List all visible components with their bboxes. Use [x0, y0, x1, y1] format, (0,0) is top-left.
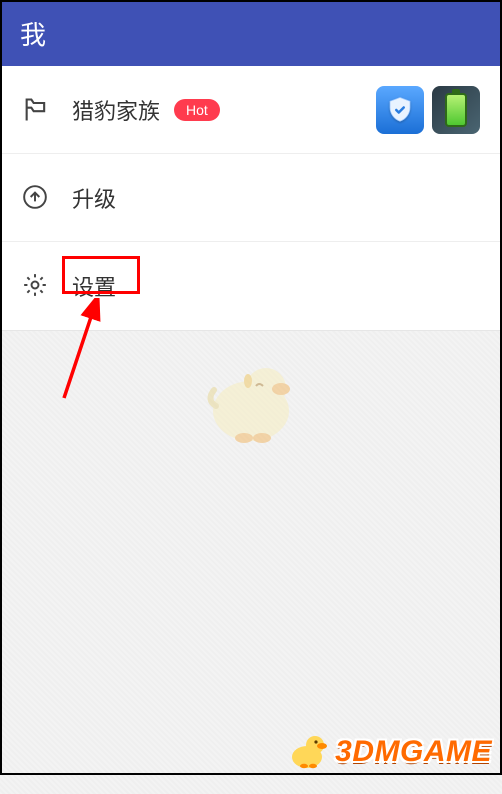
menu-item-label: 升级 [72, 182, 116, 214]
menu-item-family[interactable]: 猎豹家族 Hot [0, 66, 502, 154]
menu-item-label: 猎豹家族 [72, 94, 160, 126]
empty-area [0, 331, 502, 794]
header: 我 [0, 0, 502, 66]
family-apps [376, 86, 480, 134]
menu-item-label: 设置 [72, 270, 116, 302]
hot-badge: Hot [174, 99, 220, 121]
flag-icon [22, 96, 50, 124]
page-title: 我 [20, 15, 46, 52]
gear-icon [22, 272, 50, 300]
arrow-up-circle-icon [22, 184, 50, 212]
shield-app-icon[interactable] [376, 86, 424, 134]
menu-item-settings[interactable]: 设置 [0, 242, 502, 330]
menu-list: 猎豹家族 Hot 升级 [0, 66, 502, 331]
battery-app-icon[interactable] [432, 86, 480, 134]
menu-item-upgrade[interactable]: 升级 [0, 154, 502, 242]
